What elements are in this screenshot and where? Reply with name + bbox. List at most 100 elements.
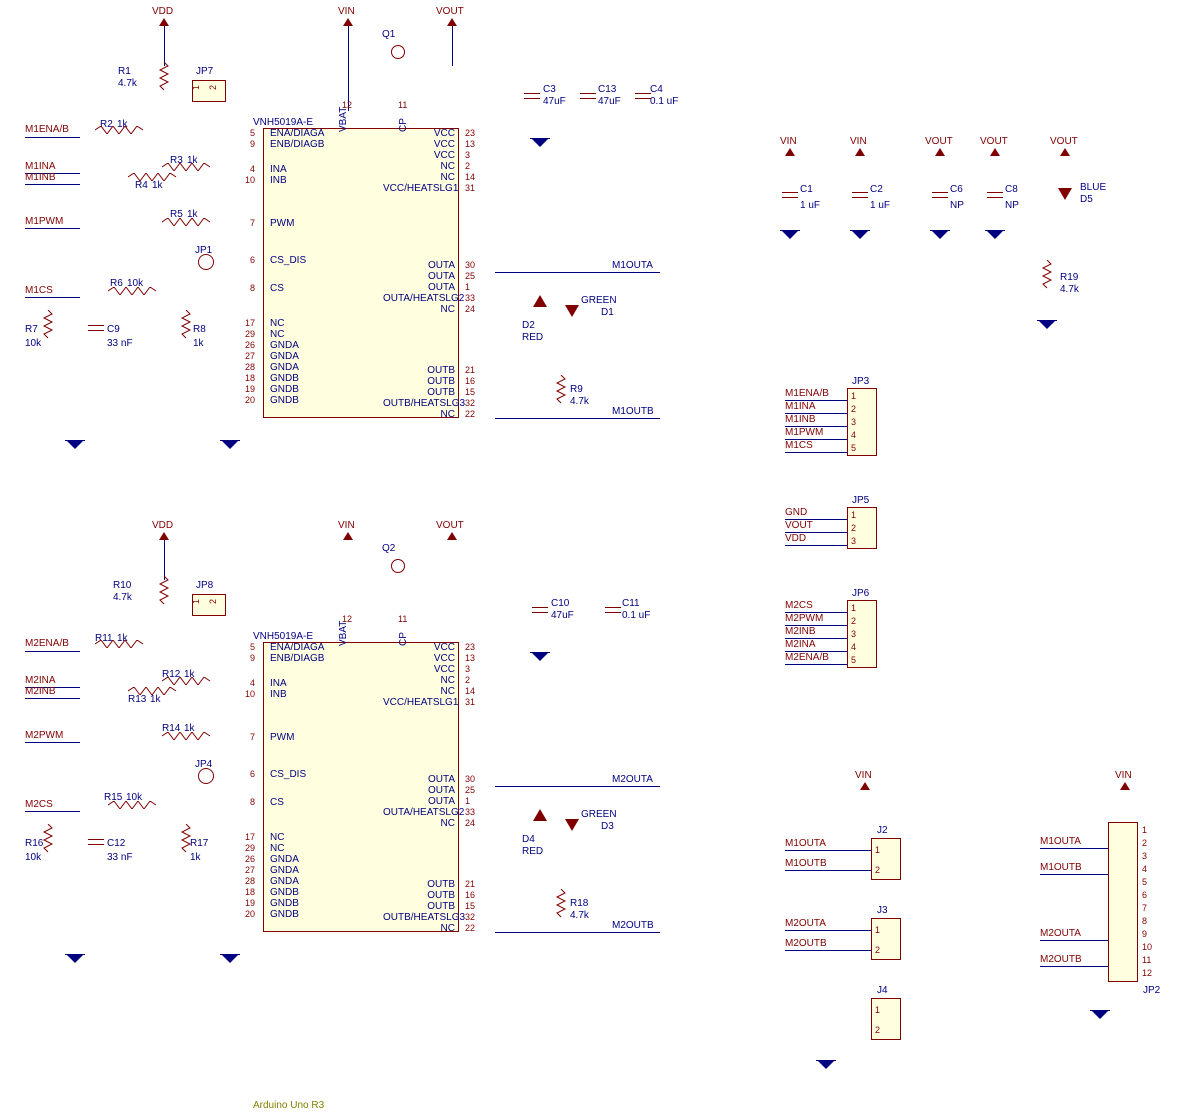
wire xyxy=(25,137,80,138)
m2outa-label: M2OUTA xyxy=(612,774,653,785)
jp8-label: JP8 xyxy=(196,580,213,591)
wire xyxy=(1040,874,1108,875)
c1-name: C1 xyxy=(800,184,813,195)
r4-body xyxy=(128,173,178,181)
c11-sym xyxy=(605,612,621,613)
wire xyxy=(25,297,80,298)
jp7-body: 1 2 xyxy=(192,80,226,102)
d5-name: D5 xyxy=(1080,194,1093,205)
r19-name: R19 xyxy=(1060,272,1078,283)
r8-value: 1k xyxy=(193,338,204,349)
jp4-body xyxy=(198,768,214,784)
r15-body xyxy=(108,801,158,809)
ic1-name: VNH5019A-E xyxy=(253,117,313,128)
vin-label-2: VIN xyxy=(338,520,355,531)
vin-label: VIN xyxy=(338,6,355,17)
wire xyxy=(25,651,80,652)
wire xyxy=(495,418,660,419)
r13-name: R13 xyxy=(128,694,146,705)
wire xyxy=(25,811,80,812)
d5-led-icon xyxy=(1058,188,1072,200)
jp2-mo1a: M1OUTA xyxy=(1040,836,1081,847)
c10-sym xyxy=(532,612,548,613)
m1pwm-label: M1PWM xyxy=(25,216,63,227)
vout-arrow xyxy=(1060,148,1070,156)
vdd-label-2: VDD xyxy=(152,520,173,531)
m2ena-label: M2ENA/B xyxy=(25,638,69,649)
c11-name: C11 xyxy=(622,598,640,609)
vout-label-2: VOUT xyxy=(436,520,464,531)
jp6-pin1: M2CS xyxy=(785,600,813,611)
r1-body xyxy=(158,62,170,92)
jp2-mo1b: M1OUTB xyxy=(1040,862,1082,873)
r9-body xyxy=(555,375,567,405)
r17-body xyxy=(180,824,192,854)
j2-pin1: M1OUTA xyxy=(785,838,826,849)
d1-name: D1 xyxy=(601,307,614,318)
wire xyxy=(495,932,660,933)
c10-sym xyxy=(532,607,548,608)
jp5-pin3: VDD xyxy=(785,533,806,544)
j3-body: 1 2 xyxy=(871,918,901,960)
c12-sym xyxy=(88,844,104,845)
q1-symbol xyxy=(388,42,408,62)
c6-sym xyxy=(932,192,948,193)
c13-name: C13 xyxy=(598,84,616,95)
r16-value: 10k xyxy=(25,852,41,863)
d2-name: D2 xyxy=(522,320,535,331)
vin-arrow xyxy=(855,148,865,156)
q2-label: Q2 xyxy=(382,543,395,554)
c1-sym xyxy=(782,192,798,193)
c10-value: 47uF xyxy=(551,610,574,621)
r10-value: 4.7k xyxy=(113,592,132,603)
j3-pin2: M2OUTB xyxy=(785,938,827,949)
wire xyxy=(1040,848,1108,849)
j4-body: 1 2 xyxy=(871,998,901,1040)
wire xyxy=(785,930,871,931)
jp3-pin1: M1ENA/B xyxy=(785,388,829,399)
c13-value: 47uF xyxy=(598,96,621,107)
d5-color: BLUE xyxy=(1080,182,1106,193)
ic2-name: VNH5019A-E xyxy=(253,631,313,642)
vout-label: VOUT xyxy=(436,6,464,17)
wire xyxy=(164,26,165,66)
wire xyxy=(785,950,871,951)
r18-body xyxy=(555,889,567,919)
wire xyxy=(495,272,660,273)
r13-value: 1k xyxy=(150,694,161,705)
vout-arrow xyxy=(935,148,945,156)
jp7-label: JP7 xyxy=(196,66,213,77)
c4-sym xyxy=(635,98,651,99)
r3-body xyxy=(162,163,212,171)
m1ina-label: M1INA xyxy=(25,161,56,172)
m1cs-label: M1CS xyxy=(25,285,53,296)
r16-body xyxy=(42,824,54,854)
wire xyxy=(785,870,871,871)
d5-rail: VOUT xyxy=(1050,136,1078,147)
wire xyxy=(1040,940,1108,941)
wire xyxy=(25,742,80,743)
r18-name: R18 xyxy=(570,898,588,909)
r19-body xyxy=(1041,260,1053,290)
m2ina-label: M2INA xyxy=(25,675,56,686)
r16-name: R16 xyxy=(25,838,43,849)
wire xyxy=(495,786,660,787)
r19-value: 4.7k xyxy=(1060,284,1079,295)
wire xyxy=(164,540,165,580)
j3-pin1: M2OUTA xyxy=(785,918,826,929)
d1-led-icon xyxy=(565,305,579,317)
m2cs-label: M2CS xyxy=(25,799,53,810)
c6-rail: VOUT xyxy=(925,136,953,147)
c1-value: 1 uF xyxy=(800,200,820,211)
c9-sym xyxy=(88,330,104,331)
c1-sym xyxy=(782,197,798,198)
c9-value: 33 nF xyxy=(107,338,133,349)
jp2-body: 1 2 3 4 5 6 7 8 9 10 11 12 xyxy=(1108,822,1138,982)
d3-led-icon xyxy=(565,819,579,831)
wire xyxy=(785,545,847,546)
c2-value: 1 uF xyxy=(870,200,890,211)
m1outa-label: M1OUTA xyxy=(612,260,653,271)
d4-color: RED xyxy=(522,846,543,857)
d4-led-icon xyxy=(533,809,547,821)
jp5-pin1: GND xyxy=(785,507,807,518)
